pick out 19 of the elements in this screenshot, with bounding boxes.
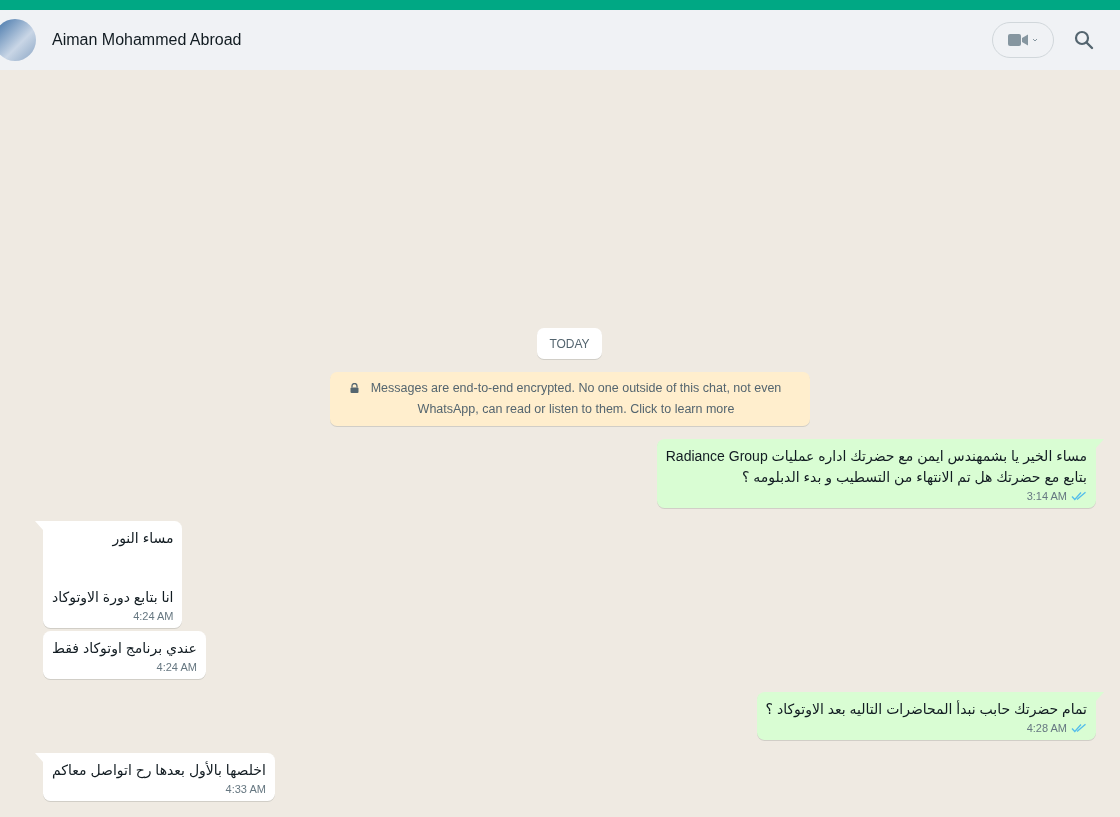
message-text: بتابع مع حضرتك هل تم الانتهاء من التسطيب و بدء الدبلومه ؟ bbox=[741, 468, 1087, 487]
message-text: مساء الخير يا بشمهندس ايمن مع حضرتك اداره عمليات Radiance Group bbox=[665, 447, 1087, 466]
message-time: 3:14 AM bbox=[1026, 490, 1067, 502]
message-text: مساء النور bbox=[111, 529, 174, 548]
lock-icon bbox=[349, 383, 359, 393]
contact-name[interactable]: Aiman Mohammed Abroad bbox=[52, 31, 242, 49]
message-time: 4:24 AM bbox=[156, 661, 197, 673]
message-text: تمام حضرتك حابب نبدأ المحاضرات التاليه بعد الاوتوكاد ؟ bbox=[765, 699, 1087, 719]
message-time: 4:28 AM bbox=[1026, 722, 1067, 734]
encryption-notice-text[interactable]: Messages are end-to-end encrypted. No one outside of this chat, not even WhatsApp, can read or listen to them. Click to learn more bbox=[362, 378, 790, 420]
video-call-button[interactable] bbox=[992, 22, 1054, 58]
search-icon bbox=[1074, 30, 1094, 50]
video-camera-icon bbox=[1008, 33, 1038, 47]
message-text: انا بتابع دورة الاوتوكاد bbox=[52, 588, 174, 607]
message-text: اخلصها بالأول بعدها رح اتواصل معاكم bbox=[52, 760, 266, 780]
message-text: عندي برنامج اوتوكاد فقط bbox=[52, 639, 197, 658]
message-time: 4:33 AM bbox=[225, 783, 266, 795]
photo-placeholder[interactable] bbox=[0, 19, 36, 61]
message-time: 4:24 AM bbox=[133, 610, 174, 622]
